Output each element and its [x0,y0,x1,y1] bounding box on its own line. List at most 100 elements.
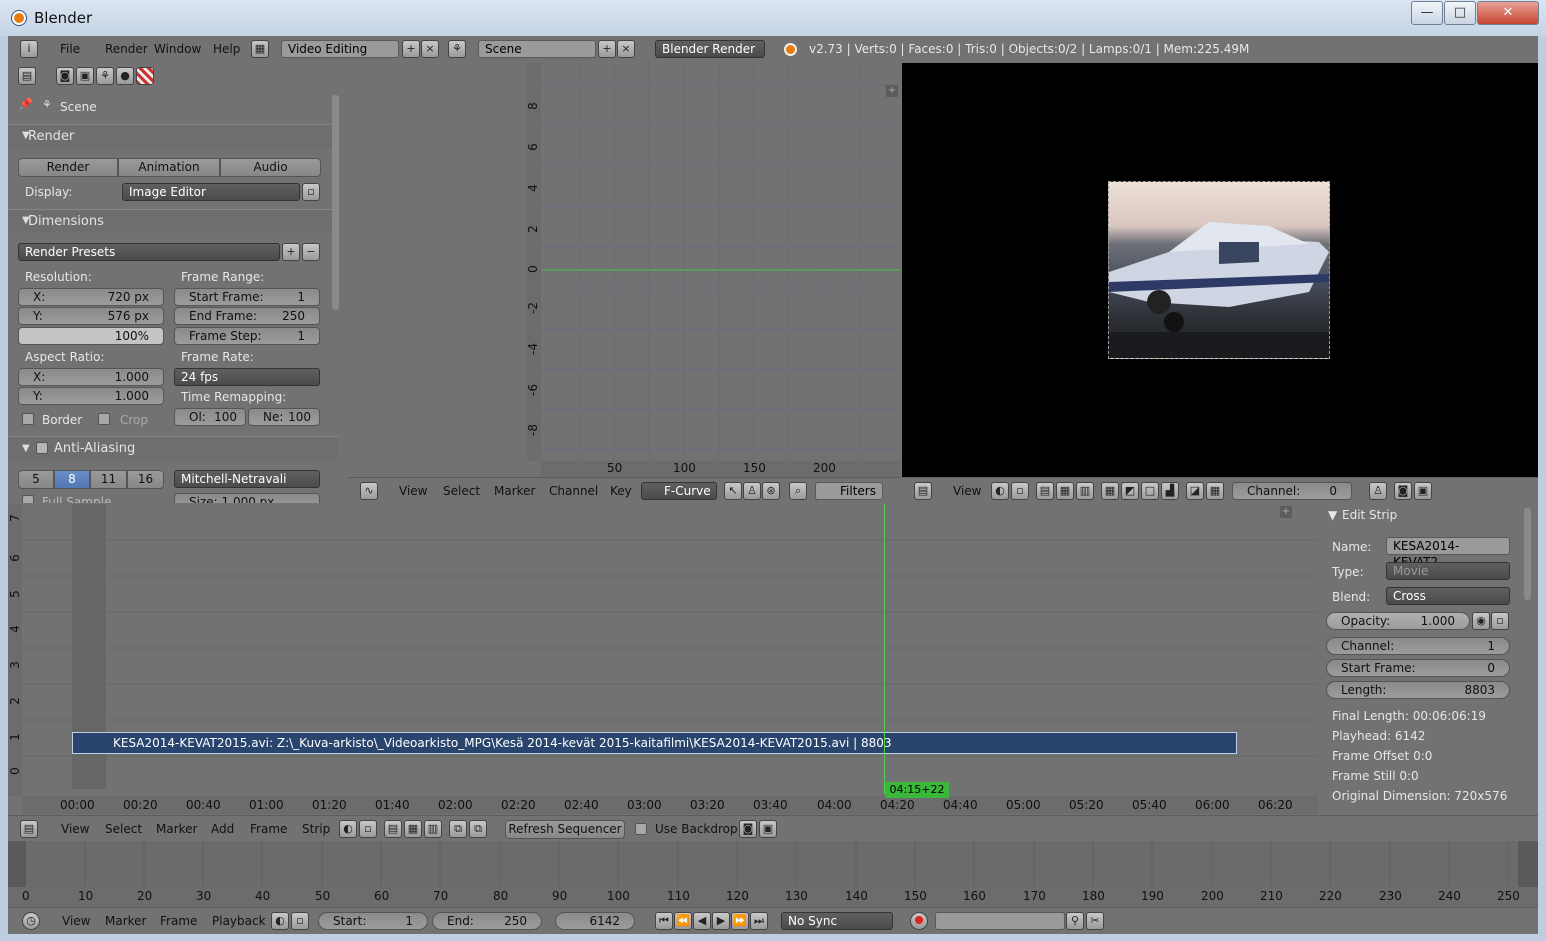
scene-field[interactable]: Scene [478,40,596,58]
timeline-ruler[interactable]: 0 10 20 30 40 50 60 70 80 90 100 110 120… [8,887,1538,905]
seq-menu-marker[interactable]: Marker [156,816,197,842]
seq-menu-view[interactable]: View [61,816,89,842]
play-icon[interactable]: ▶ [712,912,730,930]
graph-menu-channel[interactable]: Channel [549,478,598,504]
playhead-line[interactable] [884,504,885,794]
sequencer-y-scrollbar[interactable] [8,504,22,796]
strip-lock-icon[interactable]: ▫ [1491,612,1509,630]
safe-areas-icon[interactable]: ◪ [1186,482,1204,500]
render-image-button[interactable]: Render [18,158,118,177]
current-frame-field[interactable]: 6142 [555,912,635,930]
seq-overlay-icon[interactable]: ▥ [424,820,442,838]
graph-menu-select[interactable]: Select [443,478,480,504]
timeline-lock-icon[interactable]: ▫ [291,912,309,930]
aspect-x-field[interactable]: X: 1.000 [18,368,164,386]
timeline-editor[interactable]: 0 10 20 30 40 50 60 70 80 90 100 110 120… [8,841,1538,908]
graph-menu-view[interactable]: View [399,478,427,504]
strip-name-field[interactable]: KESA2014-KEVAT2... [1386,537,1510,569]
menu-file[interactable]: File [60,36,80,62]
strip-blend-dropdown[interactable]: Cross [1386,587,1510,605]
border-checkbox[interactable] [22,413,34,425]
antialiasing-checkbox[interactable] [36,442,48,454]
remove-scene-button[interactable]: × [617,40,635,58]
edit-strip-title[interactable]: Edit Strip [1342,508,1397,522]
seq-menu-frame[interactable]: Frame [250,816,287,842]
channel-rgb-icon[interactable]: ▦ [1101,482,1119,500]
render-tab-icon[interactable]: ◙ [56,67,74,85]
graph-menu-marker[interactable]: Marker [494,478,535,504]
aa-samples-8[interactable]: 8 [54,470,90,489]
aa-samples-16[interactable]: 16 [127,470,164,489]
editor-type-icon[interactable]: ▤ [18,67,36,85]
preview-menu-view[interactable]: View [953,478,981,504]
graph-y-scrollbar[interactable] [527,63,541,461]
aa-samples-5[interactable]: 5 [18,470,54,489]
channel-z-icon[interactable]: □ [1141,482,1159,500]
scene-tab-icon[interactable]: ⚘ [96,67,114,85]
render-presets-dropdown[interactable]: Render Presets [18,243,280,261]
screen-layout-field[interactable]: Video Editing [281,40,399,58]
seq-checker-icon[interactable]: ▦ [404,820,422,838]
aa-size-field[interactable]: Size: 1.000 px [174,493,320,503]
resolution-x-field[interactable]: X: 720 px [18,288,164,306]
info-editor-icon[interactable]: i [20,40,38,58]
dimensions-panel-header[interactable]: Dimensions [8,209,338,233]
sequencer-region-toggle-icon[interactable]: + [1280,506,1292,518]
crop-checkbox[interactable] [98,413,110,425]
graph-mode-dropdown[interactable]: F-Curve [641,482,717,500]
end-frame-timeline[interactable]: End: 250 [432,912,542,930]
ghost-icon[interactable]: ♙ [743,482,761,500]
jump-end-icon[interactable]: ⏭ [750,912,768,930]
pin-icon[interactable]: 📌 [18,97,33,111]
graph-editor[interactable]: 8 6 4 2 0 -2 -4 -6 -8 50 100 150 200 + [527,63,900,477]
sequencer-editor-type-icon[interactable]: ▤ [20,820,38,838]
render-engine-dropdown[interactable]: Blender Render [655,40,765,58]
use-backdrop-checkbox[interactable] [635,823,647,835]
graph-editor-type-icon[interactable]: ∿ [360,482,378,500]
menu-help[interactable]: Help [213,36,240,62]
seq-lock-icon[interactable]: ▫ [359,820,377,838]
keying-set-field[interactable] [935,912,1065,930]
insert-keyframe-icon[interactable]: ⚲ [1066,912,1084,930]
end-frame-field[interactable]: End Frame: 250 [174,307,320,325]
display-mode-icon[interactable]: ▤ [1036,482,1054,500]
render-panel-header[interactable]: Render [8,124,338,148]
aa-samples-11[interactable]: 11 [90,470,127,489]
overlay-icon[interactable]: ▦ [1206,482,1224,500]
timeline-menu-marker[interactable]: Marker [105,908,146,934]
preview-range-icon[interactable]: ◐ [271,912,289,930]
render-audio-button[interactable]: Audio [220,158,321,177]
preview-editor-type-icon[interactable]: ▤ [914,482,932,500]
close-button[interactable]: ✕ [1477,1,1539,25]
timeline-menu-view[interactable]: View [62,908,90,934]
preview-lock-icon[interactable]: ▫ [1011,482,1029,500]
copy-icon[interactable]: ⧉ [449,820,467,838]
frame-rate-dropdown[interactable]: 24 fps [174,368,320,386]
movie-strip[interactable]: KESA2014-KEVAT2015.avi: Z:\_Kuva-arkisto… [72,732,1237,754]
properties-scrollbar[interactable] [332,95,339,310]
time-remap-old-field[interactable]: Ol: 100 [174,408,246,426]
strip-channel-field[interactable]: Channel: 1 [1326,637,1510,655]
lock-icon[interactable]: ▫ [302,183,320,201]
jump-prev-key-icon[interactable]: ⏪ [674,912,692,930]
jump-start-icon[interactable]: ⏮ [655,912,673,930]
filters-button[interactable]: Filters [815,482,883,500]
sequencer-x-scrollbar[interactable]: 00:00 00:20 00:40 01:00 01:20 01:40 02:0… [22,796,1318,814]
remove-preset-button[interactable]: − [302,243,320,261]
minimize-button[interactable]: — [1411,1,1443,25]
render-anim-icon[interactable]: ▣ [1414,482,1432,500]
antialiasing-panel-header[interactable]: Anti-Aliasing [8,436,338,460]
add-screen-button[interactable]: + [402,40,420,58]
checker-icon[interactable]: ▦ [1056,482,1074,500]
texture-tab-icon[interactable] [136,67,154,85]
aa-filter-dropdown[interactable]: Mitchell-Netravali [174,470,320,488]
strip-length-field[interactable]: Length: 8803 [1326,681,1510,699]
time-remap-new-field[interactable]: Ne: 100 [248,408,320,426]
seq-menu-select[interactable]: Select [105,816,142,842]
paste-icon[interactable]: ⧉ [469,820,487,838]
display-dropdown[interactable]: Image Editor [122,183,300,201]
sync-mode-dropdown[interactable]: No Sync [781,912,893,930]
refresh-sequencer-button[interactable]: Refresh Sequencer [505,820,625,839]
graph-x-scrollbar[interactable] [541,461,900,477]
seq-menu-strip[interactable]: Strip [302,816,330,842]
